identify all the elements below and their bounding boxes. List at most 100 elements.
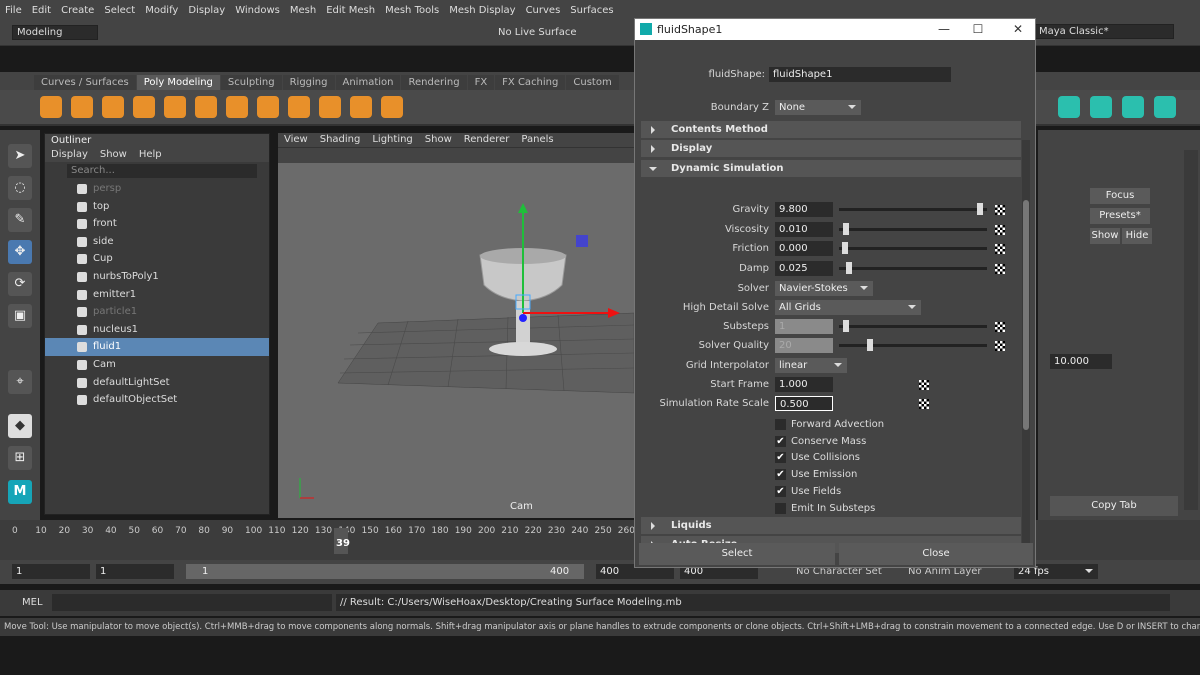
paint-select-icon[interactable]: ✎ xyxy=(8,208,32,232)
select-button[interactable]: Select xyxy=(639,543,835,565)
range-slider[interactable]: 1 400 xyxy=(186,564,584,579)
menu-create[interactable]: Create xyxy=(56,5,99,16)
cone-icon[interactable] xyxy=(133,96,155,118)
move-tool-icon[interactable]: ✥ xyxy=(8,240,32,264)
grid-interpolator-dropdown[interactable]: linear xyxy=(775,358,847,373)
outliner-item[interactable]: top xyxy=(45,198,269,216)
smooth-icon[interactable] xyxy=(1122,96,1144,118)
hide-button[interactable]: Hide xyxy=(1122,228,1152,244)
close-button[interactable]: Close xyxy=(839,543,1033,565)
attr-field[interactable]: 9.800 xyxy=(775,202,833,217)
text-icon[interactable] xyxy=(350,96,372,118)
ae-scrollbar[interactable] xyxy=(1022,140,1030,550)
outliner-item[interactable]: defaultLightSet xyxy=(45,374,269,392)
svg-icon[interactable] xyxy=(381,96,403,118)
simulation-rate-scale-field[interactable]: 0.500 xyxy=(775,396,833,411)
outliner-menu-item[interactable]: Show xyxy=(100,148,127,162)
outliner-item[interactable]: nucleus1 xyxy=(45,321,269,339)
liquids-section[interactable]: Liquids xyxy=(641,517,1021,534)
focus-button[interactable]: Focus xyxy=(1090,188,1150,204)
menu-curves[interactable]: Curves xyxy=(521,5,566,16)
contents-method-section[interactable]: Contents Method xyxy=(641,121,1021,138)
menu-modify[interactable]: Modify xyxy=(140,5,183,16)
outliner-item[interactable]: side xyxy=(45,233,269,251)
solver-quality-slider[interactable] xyxy=(839,339,987,351)
separate-icon[interactable] xyxy=(1090,96,1112,118)
menu-mesh[interactable]: Mesh xyxy=(285,5,321,16)
disc-icon[interactable] xyxy=(226,96,248,118)
outliner-search[interactable]: Search... xyxy=(67,164,257,178)
viewport-menu-item[interactable]: Renderer xyxy=(464,133,510,147)
attr-slider[interactable] xyxy=(839,261,987,274)
viewport-menu-item[interactable]: Shading xyxy=(320,133,361,147)
presets-button[interactable]: Presets* xyxy=(1090,208,1150,224)
display-section[interactable]: Display xyxy=(641,140,1021,157)
plane-icon[interactable] xyxy=(195,96,217,118)
viewport-menu-item[interactable]: Show xyxy=(425,133,452,147)
outliner-menu-item[interactable]: Display xyxy=(51,148,88,162)
map-button-icon[interactable] xyxy=(995,263,1005,274)
close-icon[interactable]: ✕ xyxy=(1001,19,1035,40)
map-button-icon[interactable] xyxy=(995,341,1005,351)
four-view-icon[interactable]: ⊞ xyxy=(8,446,32,470)
checkbox[interactable] xyxy=(775,502,786,514)
start-time-field[interactable]: 1 xyxy=(12,564,90,579)
lasso-tool-icon[interactable]: ◌ xyxy=(8,176,32,200)
menu-select[interactable]: Select xyxy=(99,5,140,16)
checkbox[interactable]: ✔ xyxy=(775,485,786,497)
window-titlebar[interactable]: fluidShape1 — ☐ ✕ xyxy=(635,19,1035,40)
solver-dropdown[interactable]: Navier-Stokes xyxy=(775,281,873,296)
slider-knob[interactable] xyxy=(976,203,983,215)
menu-edit-mesh[interactable]: Edit Mesh xyxy=(321,5,380,16)
mel-input[interactable] xyxy=(52,594,332,611)
map-button-icon[interactable] xyxy=(919,399,929,409)
checkbox[interactable]: ✔ xyxy=(775,469,786,481)
checkbox[interactable] xyxy=(775,419,786,430)
checkbox[interactable]: ✔ xyxy=(775,435,786,447)
mode-dropdown[interactable]: Modeling xyxy=(12,25,98,40)
map-button-icon[interactable] xyxy=(995,244,1005,254)
checkbox[interactable]: ✔ xyxy=(775,452,786,464)
shelf-tab[interactable]: Curves / Surfaces xyxy=(34,75,136,90)
pyramid-icon[interactable] xyxy=(288,96,310,118)
menu-file[interactable]: File xyxy=(0,5,27,16)
outliner-item[interactable]: persp xyxy=(45,180,269,198)
workspace-dropdown[interactable]: Maya Classic* xyxy=(1034,24,1174,39)
scroll-thumb[interactable] xyxy=(1023,200,1029,430)
slider-knob[interactable] xyxy=(843,320,850,332)
dynamic-simulation-section[interactable]: Dynamic Simulation xyxy=(641,160,1021,177)
outliner-item[interactable]: Cam xyxy=(45,356,269,374)
map-button-icon[interactable] xyxy=(919,380,929,390)
attr-slider[interactable] xyxy=(839,203,987,215)
platonic-icon[interactable] xyxy=(257,96,279,118)
outliner-item[interactable]: fluid1 xyxy=(45,338,269,356)
show-button[interactable]: Show xyxy=(1090,228,1120,244)
boundary-z-dropdown[interactable]: None xyxy=(775,100,861,115)
shelf-tab[interactable]: FX xyxy=(467,75,495,90)
slider-knob[interactable] xyxy=(843,222,850,235)
map-button-icon[interactable] xyxy=(995,322,1005,332)
shelf-tab[interactable]: Sculpting xyxy=(220,75,282,90)
solver-quality-field[interactable]: 20 xyxy=(775,338,833,353)
attr-field[interactable]: 0.010 xyxy=(775,221,833,237)
node-name-field[interactable]: fluidShape1 xyxy=(769,67,951,82)
outliner-item[interactable]: Cup xyxy=(45,250,269,268)
high-detail-solve-dropdown[interactable]: All Grids xyxy=(775,300,921,315)
menu-mesh-tools[interactable]: Mesh Tools xyxy=(380,5,444,16)
slider-knob[interactable] xyxy=(846,261,853,274)
rotate-tool-icon[interactable]: ⟳ xyxy=(8,272,32,296)
shelf-tab[interactable]: FX Caching xyxy=(495,75,566,90)
attr-field[interactable]: 0.000 xyxy=(775,241,833,256)
outliner-item[interactable]: nurbsToPoly1 xyxy=(45,268,269,286)
cylinder-icon[interactable] xyxy=(102,96,124,118)
viewport-menu-item[interactable]: Panels xyxy=(521,133,553,147)
menu-mesh-display[interactable]: Mesh Display xyxy=(444,5,520,16)
y-axis-arrow[interactable] xyxy=(518,203,528,213)
outliner-item[interactable]: defaultObjectSet xyxy=(45,391,269,409)
viewport-canvas[interactable]: Cam xyxy=(278,163,635,518)
shelf-tab[interactable]: Custom xyxy=(566,75,619,90)
torus-icon[interactable] xyxy=(164,96,186,118)
mirror-icon[interactable] xyxy=(1154,96,1176,118)
outliner-item[interactable]: emitter1 xyxy=(45,286,269,304)
minimize-icon[interactable]: — xyxy=(927,19,961,40)
